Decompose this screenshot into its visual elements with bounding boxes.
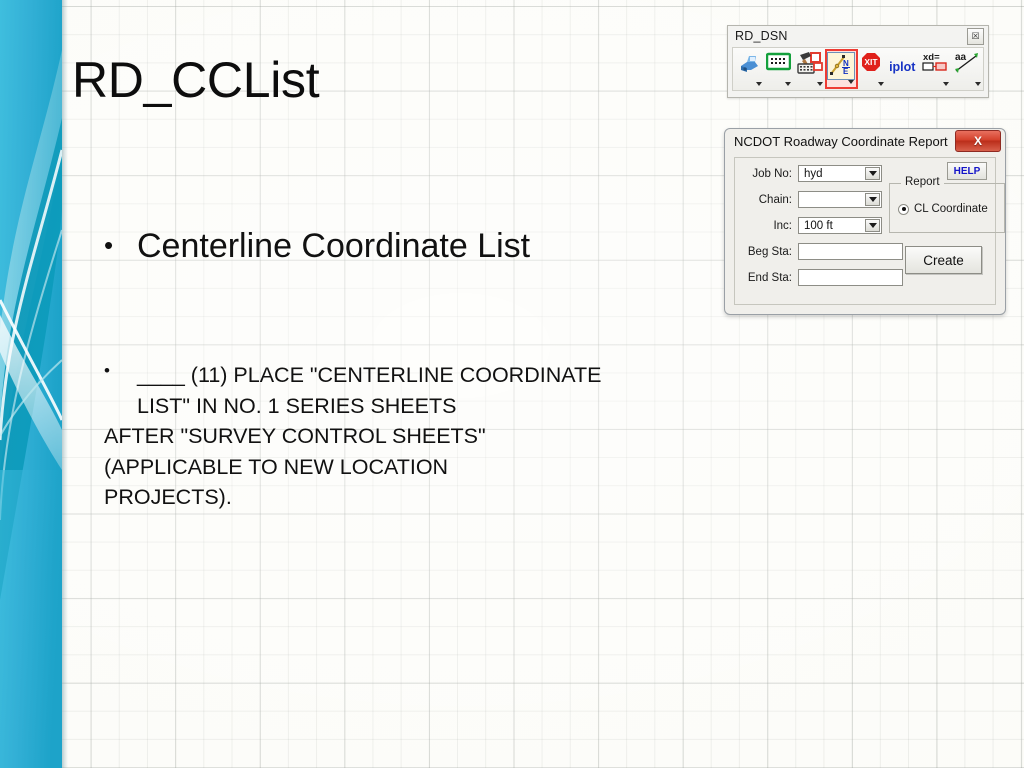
bullet-secondary-line-3: AFTER "SURVEY CONTROL SHEETS" [104,424,486,449]
chevron-down-icon[interactable] [878,81,885,86]
cl-coordinate-radio-row[interactable]: CL Coordinate [898,203,988,215]
radio-button-icon[interactable] [898,203,909,215]
svg-text:E: E [843,67,849,76]
iplot-icon[interactable]: iplot [886,50,918,89]
toolbar-titlebar[interactable]: RD_DSN ☒ [728,26,988,46]
cl-coordinate-label: CL Coordinate [914,203,988,215]
close-icon[interactable]: X [955,130,1001,152]
ncdot-coordinate-report-dialog[interactable]: NCDOT Roadway Coordinate Report X HELP J… [724,128,1006,315]
end-sta-input[interactable] [798,269,903,286]
bullet-secondary-line-1: ____ (11) PLACE "CENTERLINE COORDINATE [137,363,602,387]
job-no-combo[interactable]: hyd [798,165,882,182]
dialog-title: NCDOT Roadway Coordinate Report [734,133,948,149]
inc-label: Inc: [773,219,792,232]
toolbar-icon-strip: N E XIT iplot xd= aa [732,47,984,91]
dialog-body-panel: HELP Job No: hyd Chain: Inc: 100 ft Beg … [734,157,1005,305]
coordinate-report-icon[interactable]: N E [825,49,858,89]
xit-stop-icon[interactable]: XIT [858,50,886,89]
chevron-down-icon[interactable] [784,81,791,86]
bullet-marker-icon: • [104,361,110,380]
field-row-beg-sta: Beg Sta: [737,243,903,260]
inc-value: 100 ft [804,219,833,232]
xd-dimension-icon[interactable]: xd= [918,50,950,89]
end-sta-label: End Sta: [747,271,792,284]
report-group-legend: Report [901,176,944,188]
bullet-item-secondary: • ____ (11) PLACE "CENTERLINE COORDINATE… [104,360,624,513]
chevron-down-icon[interactable] [865,193,880,206]
field-row-chain: Chain: [737,191,882,208]
toolbar-title: RD_DSN [735,29,788,43]
job-no-label: Job No: [752,167,792,180]
slide-canvas: RD_CCList • Centerline Coordinate List •… [0,0,1024,768]
chevron-down-icon[interactable] [942,81,949,86]
bullet-secondary-line-5: PROJECTS). [104,485,232,510]
svg-text:aa: aa [955,52,967,63]
job-no-value: hyd [804,167,823,180]
xit-label: XIT [864,57,878,67]
bullet-secondary-line-4: (APPLICABLE TO NEW LOCATION [104,454,449,479]
grid-table-icon[interactable] [764,50,792,89]
chevron-down-icon[interactable] [756,81,763,86]
iplot-label: iplot [889,59,916,74]
report-group-box: Report CL Coordinate [889,176,1005,233]
band-edge-shadow [62,0,68,768]
field-row-job-no: Job No: hyd [737,165,882,182]
hammer-keyboard-icon[interactable] [793,50,825,89]
bullet-item-primary: • Centerline Coordinate List [104,226,574,267]
chevron-down-icon[interactable] [865,219,880,232]
chevron-down-icon[interactable] [817,81,824,86]
dialog-titlebar[interactable]: NCDOT Roadway Coordinate Report X [725,129,1005,153]
svg-text:xd=: xd= [923,52,940,63]
left-decorative-band [0,0,62,768]
aa-text-icon[interactable]: aa [951,50,983,89]
close-icon[interactable]: ☒ [967,27,984,45]
field-row-end-sta: End Sta: [737,269,903,286]
coordinate-report-glyph: N E [827,52,856,80]
page-title: RD_CCList [72,52,320,108]
chevron-down-icon[interactable] [974,81,981,86]
inc-combo[interactable]: 100 ft [798,217,882,234]
bullet-secondary-line-2: LIST" IN NO. 1 SERIES SHEETS [137,393,457,418]
bullet-primary-text: Centerline Coordinate List [137,227,531,265]
chain-combo[interactable] [798,191,882,208]
help-button[interactable]: HELP [947,162,987,180]
bullet-marker-icon: • [104,230,114,260]
field-row-inc: Inc: 100 ft [737,217,882,234]
chain-label: Chain: [758,193,792,206]
chevron-down-icon[interactable] [847,80,854,84]
print-plotter-icon[interactable] [736,50,764,89]
rd-dsn-toolbar-window[interactable]: RD_DSN ☒ N E XIT iplot xd= aa [727,25,989,98]
beg-sta-input[interactable] [798,243,903,260]
chevron-down-icon[interactable] [865,167,880,180]
create-button[interactable]: Create [905,246,982,274]
beg-sta-label: Beg Sta: [747,245,792,258]
